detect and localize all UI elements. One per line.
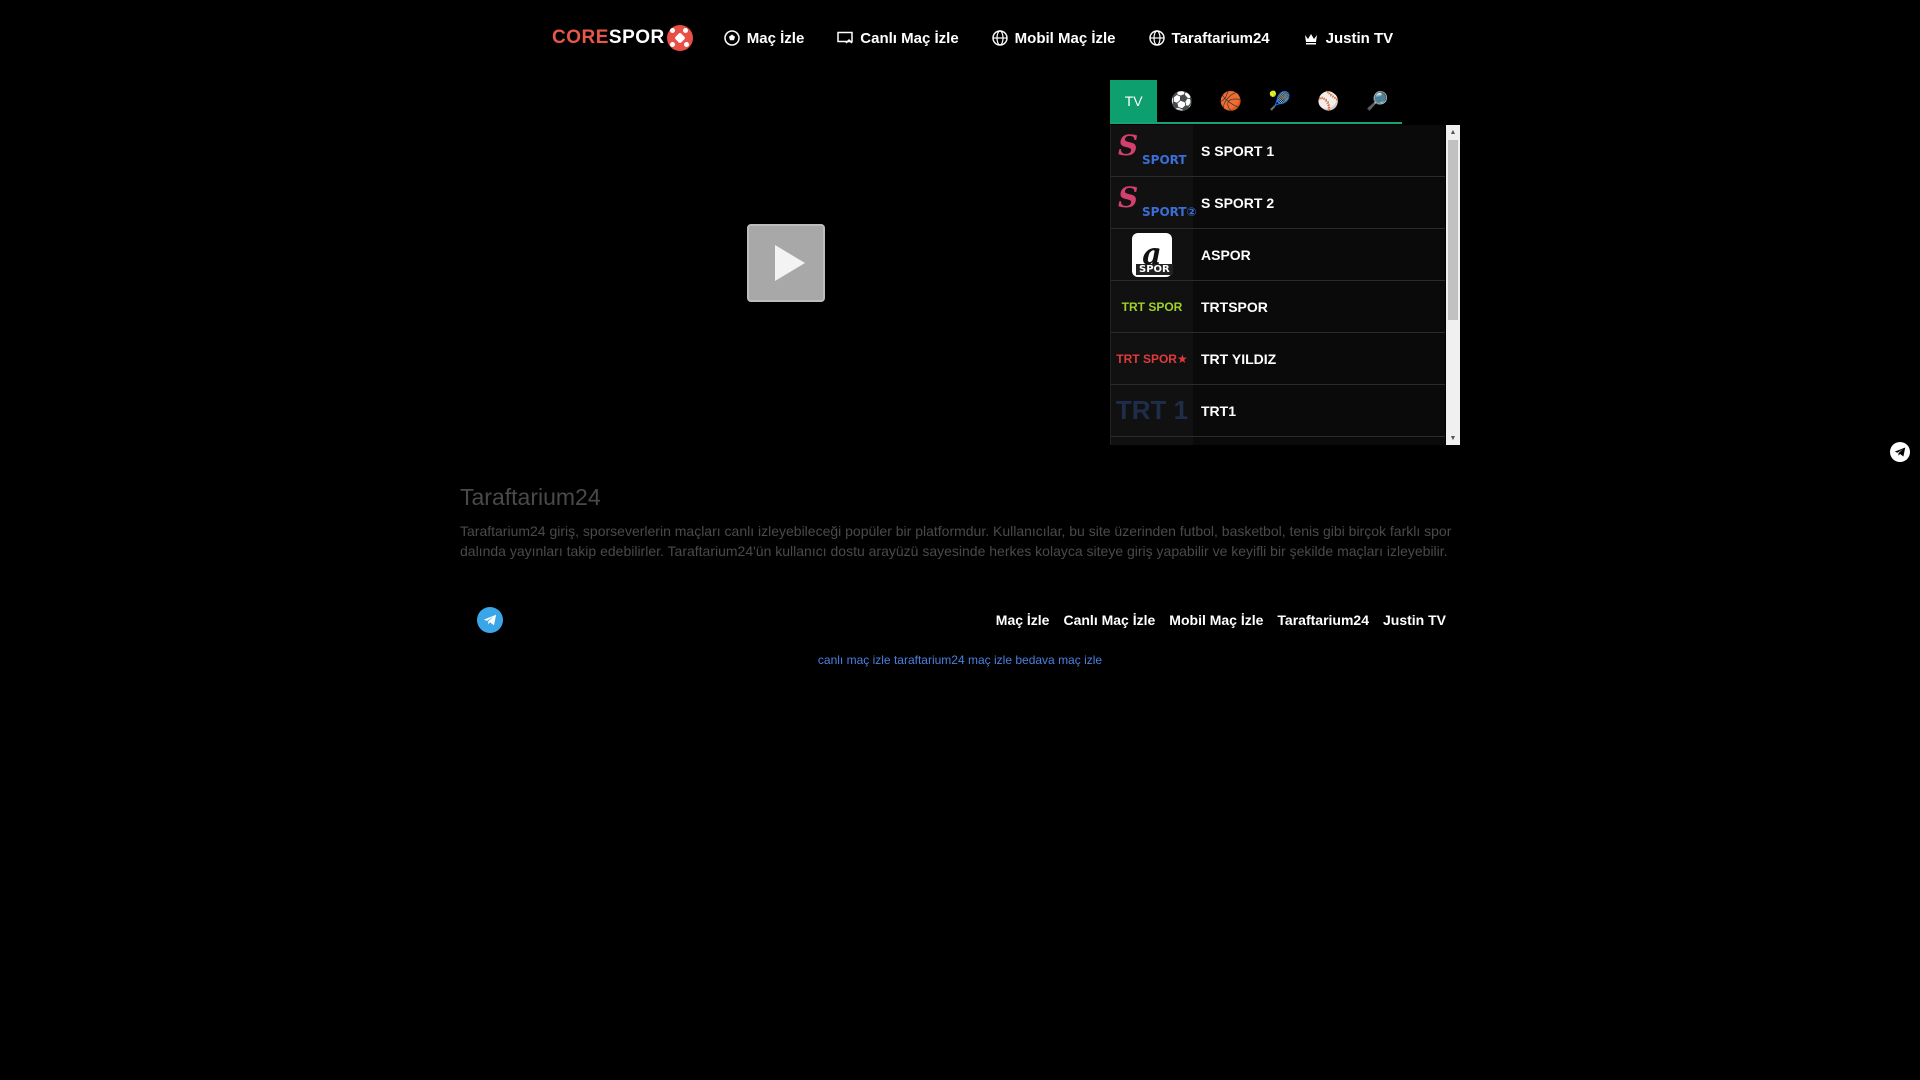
- channel-logo: TRT SPOR★: [1111, 333, 1193, 384]
- nav-item-justin-tv[interactable]: Justin TV: [1302, 29, 1394, 47]
- soccer-ball-logo-icon: [666, 25, 693, 51]
- scroll-down-arrow-icon[interactable]: ▼: [1446, 431, 1460, 445]
- site-logo[interactable]: CORESPOR: [552, 18, 693, 58]
- channel-name: TRTSPOR: [1201, 298, 1268, 315]
- globe-icon: [1148, 29, 1166, 47]
- telegram-icon: [1894, 447, 1906, 457]
- channel-logo: S SPORT: [1111, 125, 1193, 176]
- channel-item-partial[interactable]: [1111, 437, 1445, 445]
- channel-item-aspor[interactable]: a SPOR ASPOR: [1111, 229, 1445, 281]
- baseball-icon: ⚾: [1317, 90, 1340, 111]
- channel-logo: TRT 1: [1111, 385, 1193, 436]
- tag-links: canlı maç izle taraftarium24 maç izle be…: [0, 653, 1920, 667]
- section-body: Taraftarium24 giriş, sporseverlerin maçl…: [460, 523, 1452, 559]
- soccer-ball-icon: [723, 29, 741, 47]
- search-icon: 🔎: [1366, 90, 1389, 111]
- channel-logo: S SPORT②: [1111, 177, 1197, 228]
- globe-icon: [991, 29, 1009, 47]
- nav-item-mac-izle[interactable]: Maç İzle: [723, 29, 805, 47]
- telegram-footer-button[interactable]: [477, 607, 503, 633]
- video-player[interactable]: [460, 80, 1110, 445]
- tab-tv[interactable]: TV: [1110, 80, 1158, 122]
- tag-link[interactable]: maç izle: [968, 653, 1012, 667]
- tab-baseball[interactable]: ⚾: [1304, 80, 1354, 122]
- nav-item-taraftarium24[interactable]: Taraftarium24: [1148, 29, 1270, 47]
- nav-item-label: Taraftarium24: [1171, 29, 1270, 47]
- channel-logo: TRT SPOR: [1111, 281, 1193, 332]
- play-button[interactable]: [747, 224, 825, 302]
- telegram-float-button[interactable]: [1890, 442, 1910, 462]
- telegram-icon: [483, 614, 497, 626]
- category-tabs: TV ⚽ 🏀 🎾 ⚾ 🔎: [1110, 80, 1403, 124]
- section-title: Taraftarium24: [460, 484, 601, 510]
- site-footer: Maç İzle Canlı Maç İzle Mobil Maç İzle T…: [460, 605, 1456, 635]
- channel-name: TRT1: [1201, 402, 1236, 419]
- tag-link[interactable]: canlı maç izle: [818, 653, 891, 667]
- scroll-up-arrow-icon[interactable]: ▲: [1446, 125, 1460, 139]
- footer-link-mobil-mac-izle[interactable]: Mobil Maç İzle: [1169, 612, 1263, 628]
- footer-link-canli-mac-izle[interactable]: Canlı Maç İzle: [1063, 612, 1155, 628]
- channel-item-trt-yildiz[interactable]: TRT SPOR★ TRT YILDIZ: [1111, 333, 1445, 385]
- nav-item-label: Mobil Maç İzle: [1014, 29, 1116, 47]
- channel-name: S SPORT 1: [1201, 142, 1275, 159]
- channel-item-trt1[interactable]: TRT 1 TRT1: [1111, 385, 1445, 437]
- channel-item-s-sport-1[interactable]: S SPORT S SPORT 1: [1111, 125, 1445, 177]
- channel-name: TRT YILDIZ: [1201, 350, 1277, 367]
- logo-core-text: CORE: [552, 27, 609, 48]
- tab-football[interactable]: ⚽: [1157, 80, 1207, 122]
- channel-item-trtspor[interactable]: TRT SPOR TRTSPOR: [1111, 281, 1445, 333]
- site-header: CORESPOR Maç İzle Canlı Maç İzle Mobil M…: [552, 18, 1425, 58]
- tag-link[interactable]: bedava maç izle: [1015, 653, 1102, 667]
- tag-link[interactable]: taraftarium24: [894, 653, 965, 667]
- tennis-icon: 🎾: [1268, 90, 1291, 111]
- channel-logo: [1111, 437, 1193, 445]
- nav-item-mobil-mac-izle[interactable]: Mobil Maç İzle: [991, 29, 1116, 47]
- tv-icon: TV: [1124, 93, 1143, 109]
- footer-nav: Maç İzle Canlı Maç İzle Mobil Maç İzle T…: [982, 612, 1446, 628]
- footer-link-taraftarium24[interactable]: Taraftarium24: [1277, 612, 1369, 628]
- channel-list-scrollbar[interactable]: ▲ ▼: [1446, 125, 1460, 445]
- nav-item-label: Canlı Maç İzle: [860, 29, 959, 47]
- nav-item-label: Maç İzle: [746, 29, 805, 47]
- tab-tennis[interactable]: 🎾: [1255, 80, 1305, 122]
- channel-panel: TV ⚽ 🏀 🎾 ⚾ 🔎 S SPORT S SPORT 1 S SPORT② S …: [1110, 80, 1460, 445]
- channel-logo: a SPOR: [1111, 229, 1193, 280]
- football-icon: ⚽: [1170, 90, 1193, 111]
- crown-icon: [1302, 29, 1320, 47]
- tab-basketball[interactable]: 🏀: [1206, 80, 1256, 122]
- footer-link-mac-izle[interactable]: Maç İzle: [996, 612, 1050, 628]
- channel-name: ASPOR: [1201, 246, 1251, 263]
- channel-item-s-sport-2[interactable]: S SPORT② S SPORT 2: [1111, 177, 1445, 229]
- basketball-icon: 🏀: [1219, 90, 1242, 111]
- logo-spor-text: SPOR: [608, 27, 665, 48]
- channel-name: S SPORT 2: [1201, 194, 1275, 211]
- about-section: Taraftarium24 Taraftarium24 giriş, spors…: [460, 484, 1456, 561]
- play-icon: [775, 245, 805, 281]
- nav-item-canli-mac-izle[interactable]: Canlı Maç İzle: [836, 29, 959, 47]
- channel-list[interactable]: S SPORT S SPORT 1 S SPORT② S SPORT 2 a SPOR…: [1110, 125, 1460, 445]
- tab-search[interactable]: 🔎: [1353, 80, 1403, 122]
- footer-link-justin-tv[interactable]: Justin TV: [1383, 612, 1446, 628]
- main-nav: Maç İzle Canlı Maç İzle Mobil Maç İzle T…: [723, 29, 1425, 47]
- scroll-thumb[interactable]: [1448, 140, 1458, 320]
- nav-item-label: Justin TV: [1325, 29, 1394, 47]
- screen-cast-icon: [836, 29, 854, 47]
